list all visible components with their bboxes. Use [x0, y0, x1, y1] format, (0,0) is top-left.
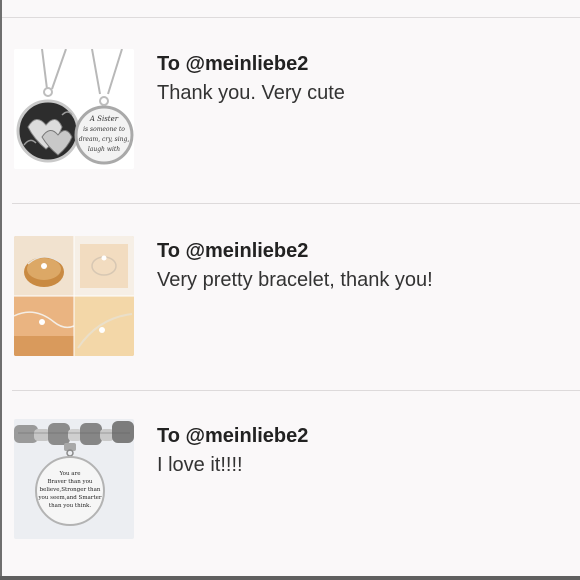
engraving-line: dream, cry, sing,	[79, 136, 130, 143]
engraving-line: than you think.	[49, 503, 91, 509]
review-recipient[interactable]: To @meinliebe2	[157, 240, 308, 263]
engraving-line: A Sister	[89, 115, 119, 123]
review-comment: I love it!!!!	[157, 454, 243, 476]
charm-bracelet-image[interactable]: You are Braver than you believe,Stronger…	[14, 419, 134, 539]
review-item[interactable]: You are Braver than you believe,Stronger…	[0, 391, 580, 577]
engraving-line: laugh with	[88, 146, 120, 153]
review-comment: Very pretty bracelet, thank you!	[157, 269, 433, 291]
row-divider	[12, 203, 580, 204]
sister-necklace-image[interactable]: A Sister is someone to dream, cry, sing,…	[14, 49, 134, 169]
review-recipient[interactable]: To @meinliebe2	[157, 53, 308, 76]
review-recipient[interactable]: To @meinliebe2	[157, 425, 308, 448]
bracelet-collage-image[interactable]	[14, 236, 134, 356]
reviews-page: A Sister is someone to dream, cry, sing,…	[0, 0, 580, 580]
engraving-line: Braver than you	[48, 479, 93, 485]
review-item[interactable]: To @meinliebe2 Very pretty bracelet, tha…	[0, 205, 580, 391]
review-comment: Thank you. Very cute	[157, 82, 345, 104]
bottom-border	[0, 576, 580, 580]
review-item[interactable]: A Sister is someone to dream, cry, sing,…	[0, 18, 580, 204]
engraving-line: is someone to	[83, 126, 125, 133]
left-border	[0, 0, 2, 580]
engraving-line: you seem,and Smarter	[37, 495, 101, 501]
engraving-line: believe,Stronger than	[40, 487, 101, 493]
engraving-line: You are	[59, 471, 81, 477]
